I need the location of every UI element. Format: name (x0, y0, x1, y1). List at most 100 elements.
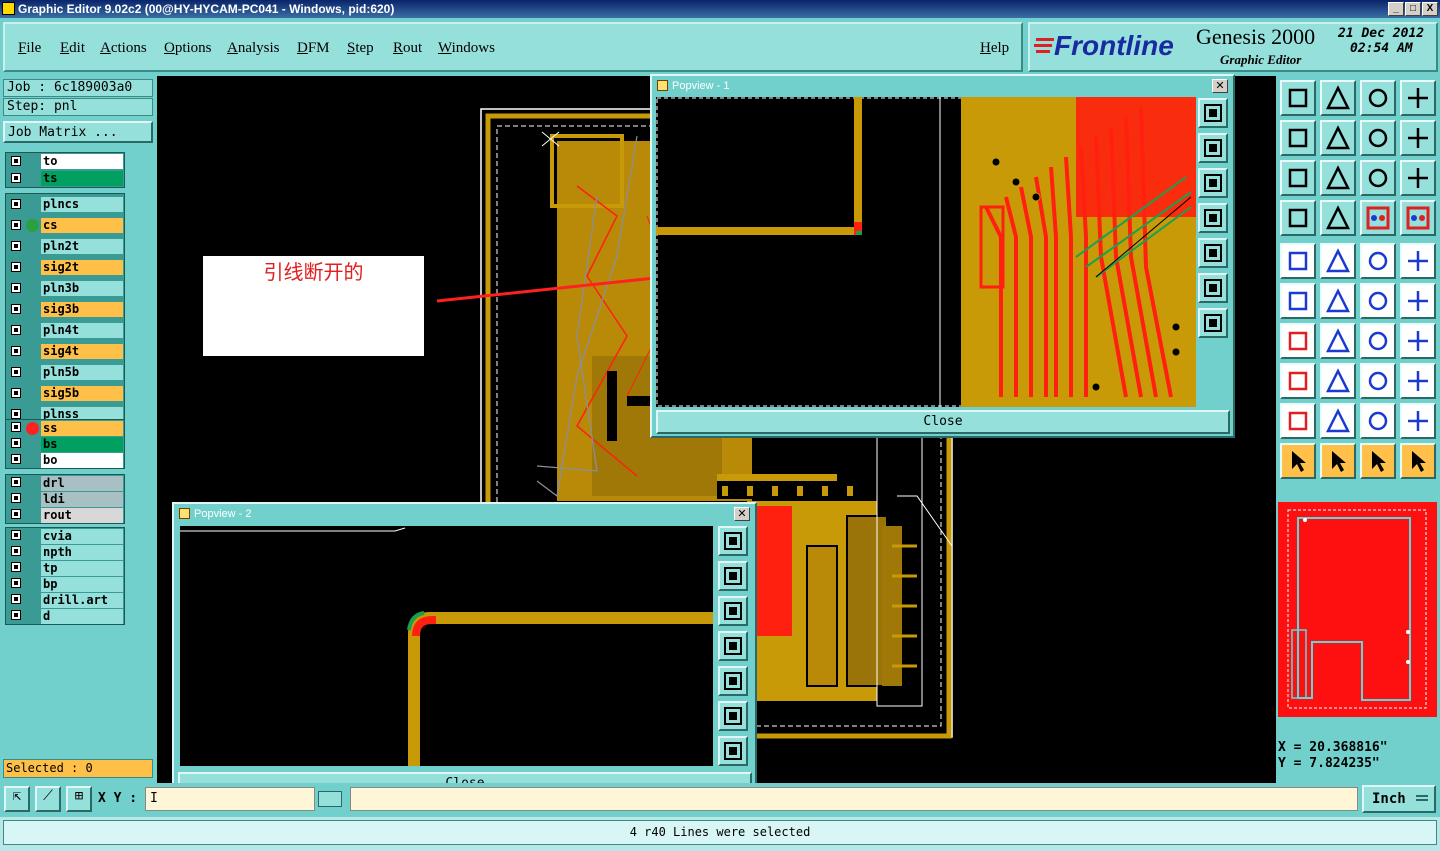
close-window-button[interactable]: X (1422, 2, 1438, 16)
tool-move-up-button[interactable] (1280, 80, 1316, 116)
grid-tool-button[interactable]: ⊞ (66, 786, 92, 812)
layer-checkbox[interactable] (11, 477, 21, 487)
xy-enter-button[interactable] (318, 791, 342, 807)
snap-tool-button[interactable]: ⇱ (4, 786, 30, 812)
layer-checkbox[interactable] (11, 594, 21, 604)
popview-2-canvas[interactable] (180, 526, 713, 766)
minimize-button[interactable]: _ (1388, 2, 1404, 16)
popview-zoom-in-button[interactable] (1198, 133, 1228, 163)
tool-layer-red-active-button[interactable] (1400, 200, 1436, 236)
popview-pan-button[interactable] (718, 736, 748, 766)
menu-actions[interactable]: Actions (100, 40, 147, 57)
menu-windows[interactable]: Windows (438, 40, 495, 57)
command-line-input[interactable] (350, 787, 1358, 811)
tool-move-left-button[interactable] (1280, 120, 1316, 156)
layer-row-rout[interactable]: rout (6, 507, 124, 523)
units-selector[interactable]: Inch (1362, 785, 1436, 813)
tool-dot-button[interactable] (1400, 243, 1436, 279)
tool-move-right-button[interactable] (1320, 120, 1356, 156)
tool-triangle-arrow-button[interactable] (1400, 403, 1436, 439)
menu-file[interactable]: File (18, 40, 41, 57)
popview-fit-all-button[interactable] (718, 701, 748, 731)
job-matrix-button[interactable]: Job Matrix ... (3, 121, 153, 143)
tool-pointer-button[interactable] (1280, 243, 1316, 279)
layer-checkbox[interactable] (11, 493, 21, 503)
tool-redo-button[interactable] (1400, 120, 1436, 156)
layer-row-ss[interactable]: ss (6, 420, 124, 436)
layer-row-sig5b[interactable]: sig5b (6, 383, 124, 404)
tool-route-button[interactable] (1400, 443, 1436, 479)
tool-help-button[interactable] (1400, 160, 1436, 196)
layer-row-drill-art[interactable]: drill.art (6, 592, 124, 608)
layer-checkbox[interactable] (11, 610, 21, 620)
tool-triangle-cut-button[interactable] (1360, 403, 1396, 439)
tool-triangle-blue-button[interactable] (1320, 403, 1356, 439)
menu-rout[interactable]: Rout (393, 40, 422, 57)
layer-row-plncs[interactable]: plncs (6, 194, 124, 215)
layer-row-sig2t[interactable]: sig2t (6, 257, 124, 278)
layer-row-sig3b[interactable]: sig3b (6, 299, 124, 320)
tool-flip-button[interactable] (1400, 323, 1436, 359)
layer-checkbox[interactable] (11, 172, 21, 183)
tool-home-button[interactable] (1360, 80, 1396, 116)
layer-checkbox[interactable] (11, 454, 21, 464)
tool-node-button[interactable] (1360, 283, 1396, 319)
layer-checkbox[interactable] (11, 345, 21, 356)
layer-checkbox[interactable] (11, 303, 21, 314)
popview-pan-left-button[interactable] (718, 631, 748, 661)
layer-row-bs[interactable]: bs (6, 436, 124, 452)
tool-select-arrow-button[interactable] (1280, 443, 1316, 479)
menu-dfm[interactable]: DFM (297, 40, 330, 57)
layer-checkbox[interactable] (11, 261, 21, 272)
tool-tweezers-button[interactable] (1280, 200, 1316, 236)
layer-row-to[interactable]: to (6, 153, 124, 170)
layer-checkbox[interactable] (11, 155, 21, 166)
tool-pad-button[interactable] (1280, 363, 1316, 399)
measure-tool-button[interactable]: ⟋ (35, 786, 61, 812)
layer-checkbox[interactable] (11, 509, 21, 519)
popview-zoom-out-button[interactable] (1198, 168, 1228, 198)
popview-zoom-window-button[interactable] (1198, 98, 1228, 128)
tool-triangle-red-button[interactable] (1280, 403, 1316, 439)
popview-1-canvas[interactable] (656, 97, 1196, 407)
popview-fit-all-button[interactable] (1198, 273, 1228, 303)
tool-split-view-button[interactable] (1400, 80, 1436, 116)
tool-select-box2-button[interactable] (1360, 443, 1396, 479)
layer-checkbox[interactable] (11, 219, 21, 230)
layer-checkbox[interactable] (11, 562, 21, 572)
layer-row-ldi[interactable]: ldi (6, 491, 124, 507)
tool-connect-button[interactable] (1280, 283, 1316, 319)
layer-row-bp[interactable]: bp (6, 576, 124, 592)
layer-row-pln5b[interactable]: pln5b (6, 362, 124, 383)
popview-pan-right-button[interactable] (1198, 238, 1228, 268)
popview-2-close-x[interactable]: ✕ (734, 507, 750, 521)
tool-fit-button[interactable] (1280, 160, 1316, 196)
tool-cross-button[interactable] (1320, 283, 1356, 319)
layer-checkbox[interactable] (11, 546, 21, 556)
layer-row-pln2t[interactable]: pln2t (6, 236, 124, 257)
tool-rotate-button[interactable] (1360, 323, 1396, 359)
layer-checkbox[interactable] (11, 240, 21, 251)
layer-row-ts[interactable]: ts (6, 170, 124, 187)
tool-layer-red-button[interactable] (1360, 200, 1396, 236)
tool-select-box-button[interactable] (1320, 443, 1356, 479)
tool-line-button[interactable] (1320, 323, 1356, 359)
menu-edit[interactable]: Edit (60, 40, 85, 57)
xy-input[interactable]: I (145, 787, 315, 811)
tool-swap-button[interactable] (1360, 120, 1396, 156)
layer-row-cs[interactable]: cs (6, 215, 124, 236)
menu-options[interactable]: Options (164, 40, 212, 57)
layer-row-d[interactable]: d (6, 608, 124, 624)
popview-pan-left-button[interactable] (1198, 203, 1228, 233)
layer-row-bo[interactable]: bo (6, 452, 124, 468)
popview-1-close-button[interactable]: Close (656, 410, 1230, 434)
layer-row-drl[interactable]: drl (6, 475, 124, 491)
layer-row-pln3b[interactable]: pln3b (6, 278, 124, 299)
menu-analysis[interactable]: Analysis (227, 40, 280, 57)
tool-segment-button[interactable] (1320, 363, 1356, 399)
tool-angle-button[interactable] (1320, 243, 1356, 279)
layer-row-cvia[interactable]: cvia (6, 528, 124, 544)
menu-help[interactable]: Help (980, 40, 1009, 57)
layer-checkbox[interactable] (11, 422, 21, 432)
tool-center-button[interactable] (1320, 160, 1356, 196)
